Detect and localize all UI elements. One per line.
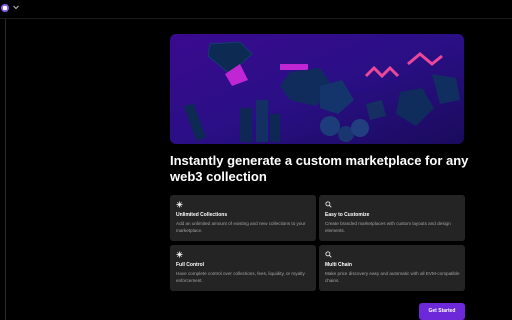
feature-card-full-control: Full Control Have complete control over … [170, 245, 316, 291]
search-icon [325, 251, 332, 258]
page-headline: Instantly generate a custom marketplace … [170, 153, 469, 184]
feature-card-easy-to-customize: Easy to Customize Create branded marketp… [319, 195, 465, 241]
sidebar-divider [5, 19, 6, 320]
hero-image [170, 34, 464, 144]
sparkle-icon [176, 251, 183, 258]
feature-description: Add an unlimited amount of existing and … [176, 221, 306, 233]
get-started-button[interactable]: Get Started [419, 303, 465, 320]
chevron-down-icon[interactable] [12, 3, 20, 11]
feature-title: Unlimited Collections [176, 212, 228, 218]
feature-title: Full Control [176, 262, 205, 268]
feature-description: Have complete control over collections, … [176, 271, 305, 283]
feature-title: Multi Chain [325, 262, 352, 268]
feature-card-multi-chain: Multi Chain Make price discovery easy an… [319, 245, 465, 291]
app-logo-icon[interactable] [1, 4, 9, 12]
sparkle-icon [176, 201, 183, 208]
top-bar [0, 0, 512, 19]
feature-description: Create branded marketplaces with custom … [325, 221, 451, 233]
search-icon [325, 201, 332, 208]
feature-description: Make price discovery easy and automatic … [325, 271, 460, 283]
feature-title: Easy to Customize [325, 212, 370, 218]
feature-card-unlimited-collections: Unlimited Collections Add an unlimited a… [170, 195, 316, 241]
